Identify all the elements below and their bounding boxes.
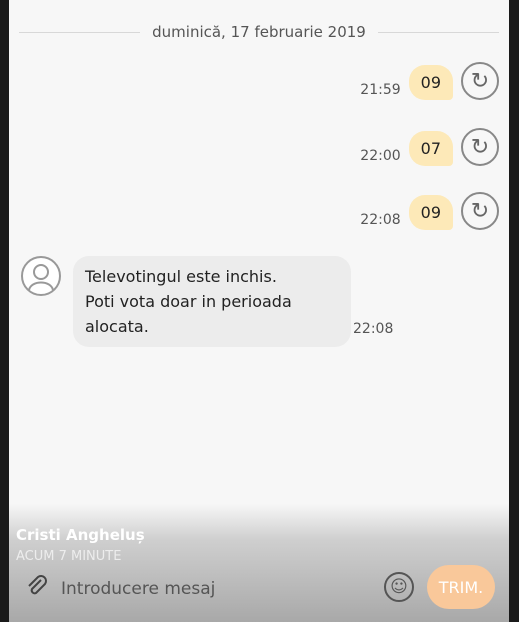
date-label: duminică, 17 februarie 2019 bbox=[152, 23, 366, 41]
send-button[interactable]: TRIM. bbox=[427, 565, 495, 609]
message-bubble[interactable]: 09 bbox=[408, 65, 453, 100]
composer-bar: ☺ TRIM. bbox=[9, 562, 509, 614]
message-bubble[interactable]: 07 bbox=[408, 131, 453, 166]
divider bbox=[19, 31, 141, 33]
divider bbox=[377, 31, 499, 33]
author-name: Cristi Angheluș bbox=[16, 526, 145, 544]
outgoing-message: 22:08 09 ↻ bbox=[360, 192, 499, 230]
message-time: 22:00 bbox=[360, 148, 401, 164]
message-input[interactable] bbox=[59, 572, 383, 606]
message-bubble[interactable]: 09 bbox=[408, 195, 453, 230]
message-line: Poti vota doar in perioada bbox=[85, 292, 292, 311]
paperclip-icon[interactable] bbox=[25, 574, 53, 602]
chat-screen: duminică, 17 februarie 2019 21:59 09 ↻ 2… bbox=[9, 0, 509, 622]
outgoing-message: 22:00 07 ↻ bbox=[360, 128, 499, 166]
message-time: 22:08 bbox=[360, 212, 401, 228]
emoji-icon[interactable]: ☺ bbox=[384, 572, 414, 602]
date-separator: duminică, 17 februarie 2019 bbox=[19, 18, 499, 46]
resend-icon[interactable]: ↻ bbox=[461, 62, 499, 100]
person-icon bbox=[28, 264, 54, 291]
message-time: 22:08 bbox=[353, 321, 394, 337]
avatar[interactable] bbox=[21, 256, 61, 296]
message-line: alocata. bbox=[85, 317, 149, 336]
resend-icon[interactable]: ↻ bbox=[461, 128, 499, 166]
resend-icon[interactable]: ↻ bbox=[461, 192, 499, 230]
outgoing-message: 21:59 09 ↻ bbox=[360, 62, 499, 100]
incoming-message-bubble[interactable]: Televotingul este inchis. Poti vota doar… bbox=[73, 256, 351, 347]
message-time: 21:59 bbox=[360, 82, 401, 98]
message-line: Televotingul este inchis. bbox=[85, 267, 277, 286]
